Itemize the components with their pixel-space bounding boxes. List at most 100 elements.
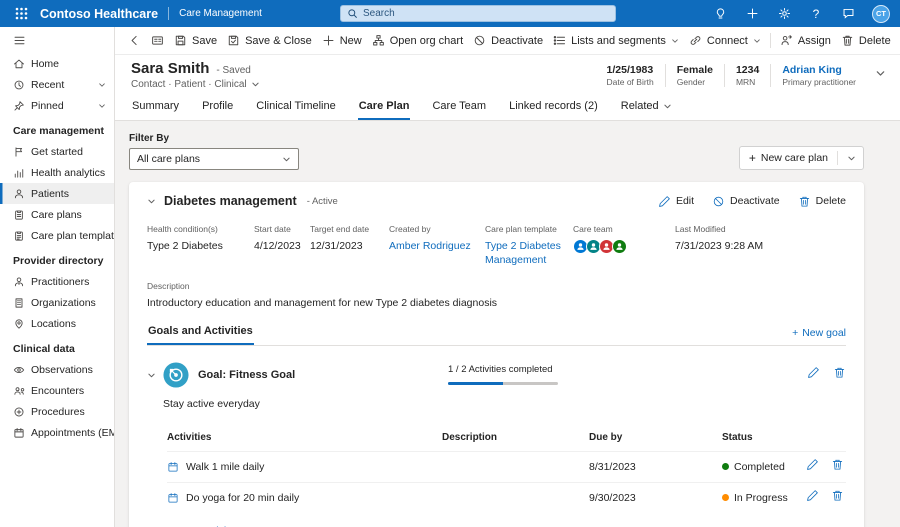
deactivate-care-plan-button[interactable]: Deactivate [712, 195, 780, 208]
activity-row[interactable]: Do yoga for 20 min daily 9/30/2023 In Pr… [167, 482, 846, 513]
overflow-menu-button[interactable]: ⋮ [896, 34, 900, 48]
delete-button[interactable]: Delete [836, 31, 896, 50]
field-value-link[interactable]: Type 2 Diabetes Management [485, 239, 565, 267]
delete-goal-button[interactable] [833, 366, 846, 384]
deactivate-label: Deactivate [730, 195, 780, 207]
sidebar-item-get-started[interactable]: Get started [0, 141, 114, 162]
sidebar-item-health-analytics[interactable]: Health analytics [0, 162, 114, 183]
tab-profile[interactable]: Profile [201, 96, 234, 120]
sidebar-item-label: Observations [31, 364, 93, 376]
add-icon[interactable] [744, 6, 760, 22]
field-value: Type 2 Diabetes [147, 239, 246, 253]
sitemap-toggle-button[interactable] [0, 27, 114, 53]
save-icon [174, 34, 187, 47]
record-header-fields: 1/25/1983 Date of Birth Female Gender 12… [596, 64, 886, 87]
activity-status: Completed [722, 461, 799, 473]
sidebar-item-encounters[interactable]: Encounters [0, 380, 114, 401]
sidebar-item-care-plans[interactable]: Care plans [0, 204, 114, 225]
sidebar-item-procedures[interactable]: Procedures [0, 401, 114, 422]
form-icon [151, 34, 164, 47]
chevron-down-icon [753, 37, 761, 45]
save-button[interactable]: Save [169, 31, 222, 50]
lists-segments-button[interactable]: Lists and segments [548, 31, 684, 50]
feedback-icon[interactable] [840, 6, 856, 22]
new-button[interactable]: New [317, 31, 367, 50]
form-selector-button[interactable] [146, 31, 169, 50]
header-field-label: Date of Birth [607, 77, 654, 87]
sidebar-item-locations[interactable]: Locations [0, 313, 114, 334]
sidebar-item-practitioners[interactable]: Practitioners [0, 271, 114, 292]
tab-clinical-timeline[interactable]: Clinical Timeline [255, 96, 336, 120]
edit-care-plan-button[interactable]: Edit [658, 195, 694, 208]
tab-care-team[interactable]: Care Team [431, 96, 487, 120]
assign-button[interactable]: Assign [775, 31, 836, 50]
goal-collapse-chevron-icon[interactable] [147, 371, 156, 380]
field-value: 7/31/2023 9:28 AM [675, 239, 838, 253]
care-team-avatar[interactable] [612, 239, 627, 254]
tab-goals-and-activities[interactable]: Goals and Activities [147, 325, 254, 345]
save-close-button[interactable]: Save & Close [222, 31, 317, 50]
user-avatar[interactable]: CT [872, 5, 890, 23]
record-entity-switcher[interactable]: Contact · Patient · Clinical [131, 79, 260, 90]
connect-button[interactable]: Connect [684, 31, 766, 50]
open-org-chart-label: Open org chart [390, 35, 463, 47]
sidebar-item-appointments-emr[interactable]: Appointments (EMR) [0, 422, 114, 443]
command-bar: Save Save & Close New Open org chart Dea… [115, 27, 900, 55]
sidebar-item-pinned[interactable]: Pinned [0, 95, 114, 116]
sidebar-item-patients[interactable]: Patients [0, 183, 114, 204]
delete-label: Delete [859, 35, 891, 47]
open-org-chart-button[interactable]: Open org chart [367, 31, 468, 50]
deactivate-icon [473, 34, 486, 47]
global-search[interactable] [340, 5, 616, 22]
header-field-value-link[interactable]: Adrian King [782, 64, 856, 76]
sidebar-item-organizations[interactable]: Organizations [0, 292, 114, 313]
activity-row[interactable]: Walk 1 mile daily 8/31/2023 Completed [167, 451, 846, 482]
assign-label: Assign [798, 35, 831, 47]
goals-tabs: Goals and Activities + New goal [147, 325, 846, 346]
tab-label: Summary [132, 100, 179, 112]
delete-activity-button[interactable] [831, 489, 844, 507]
new-care-plan-menu-button[interactable] [840, 154, 863, 163]
tab-linked-records[interactable]: Linked records (2) [508, 96, 599, 120]
gear-icon[interactable] [776, 6, 792, 22]
back-button[interactable] [123, 31, 146, 50]
header-field-value: 1/25/1983 [607, 64, 654, 76]
calendar-icon [13, 427, 25, 439]
delete-activity-button[interactable] [831, 458, 844, 476]
clipboard-template-icon [13, 230, 25, 242]
command-divider [770, 33, 771, 48]
sidebar-item-recent[interactable]: Recent [0, 74, 114, 95]
help-icon[interactable]: ? [808, 6, 824, 22]
sidebar-item-home[interactable]: Home [0, 53, 114, 74]
back-arrow-icon [128, 34, 141, 47]
field-value-link[interactable]: Amber Rodriguez [389, 239, 477, 253]
tab-related[interactable]: Related [620, 96, 673, 120]
tab-summary[interactable]: Summary [131, 96, 180, 120]
delete-care-plan-button[interactable]: Delete [798, 195, 846, 208]
new-goal-button[interactable]: + New goal [792, 327, 846, 345]
sidebar-item-observations[interactable]: Observations [0, 359, 114, 380]
tab-label: Care Plan [359, 100, 410, 112]
edit-activity-button[interactable] [806, 489, 819, 507]
header-expand-button[interactable] [875, 66, 886, 84]
save-close-label: Save & Close [245, 35, 312, 47]
chevron-down-icon [98, 81, 106, 89]
care-plan-filter-dropdown[interactable]: All care plans [129, 148, 299, 170]
app-name[interactable]: Contoso Healthcare [40, 7, 158, 21]
sidebar-item-care-plan-templates[interactable]: Care plan templates [0, 225, 114, 246]
main-area: Save Save & Close New Open org chart Dea… [115, 27, 900, 527]
new-care-plan-button[interactable]: + New care plan [739, 146, 864, 170]
edit-activity-button[interactable] [806, 458, 819, 476]
activity-status: In Progress [722, 492, 799, 504]
map-pin-icon [13, 318, 25, 330]
search-input[interactable] [363, 8, 609, 19]
waffle-menu-icon[interactable] [10, 3, 32, 25]
tab-care-plan[interactable]: Care Plan [358, 96, 411, 120]
home-icon [13, 58, 25, 70]
lightbulb-icon[interactable] [712, 6, 728, 22]
collapse-chevron-icon[interactable] [147, 197, 156, 206]
edit-goal-button[interactable] [807, 366, 820, 384]
connect-icon [689, 34, 702, 47]
deactivate-button[interactable]: Deactivate [468, 31, 548, 50]
area-name[interactable]: Care Management [179, 8, 262, 19]
